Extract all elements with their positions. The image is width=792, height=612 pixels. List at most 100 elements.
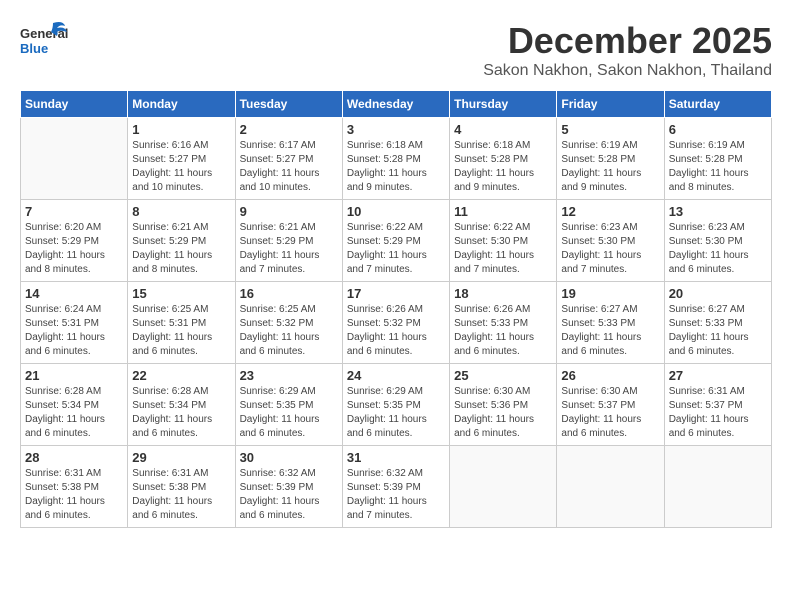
day-info: Sunrise: 6:23 AMSunset: 5:30 PMDaylight:… bbox=[669, 221, 767, 277]
calendar-cell: 8 Sunrise: 6:21 AMSunset: 5:29 PMDaylight… bbox=[128, 200, 235, 282]
day-info: Sunrise: 6:29 AMSunset: 5:35 PMDaylight:… bbox=[347, 385, 445, 441]
calendar-cell: 17 Sunrise: 6:26 AMSunset: 5:32 PMDayligh… bbox=[342, 282, 449, 364]
day-of-week-header: Monday bbox=[128, 91, 235, 118]
calendar-cell: 28Sunrise: 6:31 AMSunset: 5:38 PMDayligh… bbox=[21, 446, 128, 528]
day-number: 16 bbox=[240, 286, 338, 301]
day-number: 17 bbox=[347, 286, 445, 301]
day-info: Sunrise: 6:26 AMSunset: 5:33 PMDaylight:… bbox=[454, 303, 552, 359]
calendar-cell: 18 Sunrise: 6:26 AMSunset: 5:33 PMDayligh… bbox=[450, 282, 557, 364]
day-number: 7 bbox=[25, 204, 123, 219]
day-info: Sunrise: 6:22 AMSunset: 5:30 PMDaylight:… bbox=[454, 221, 552, 277]
calendar-cell: 26 Sunrise: 6:30 AMSunset: 5:37 PMDayligh… bbox=[557, 364, 664, 446]
calendar-cell: 20Sunrise: 6:27 AMSunset: 5:33 PMDayligh… bbox=[664, 282, 771, 364]
day-number: 20 bbox=[669, 286, 767, 301]
day-number: 4 bbox=[454, 122, 552, 137]
day-info: Sunrise: 6:32 AMSunset: 5:39 PMDaylight:… bbox=[240, 467, 338, 523]
day-number: 30 bbox=[240, 450, 338, 465]
day-of-week-header: Saturday bbox=[664, 91, 771, 118]
day-info: Sunrise: 6:23 AMSunset: 5:30 PMDaylight:… bbox=[561, 221, 659, 277]
day-number: 21 bbox=[25, 368, 123, 383]
day-number: 18 bbox=[454, 286, 552, 301]
day-number: 11 bbox=[454, 204, 552, 219]
title-block: December 2025 Sakon Nakhon, Sakon Nakhon… bbox=[483, 20, 772, 80]
day-number: 1 bbox=[132, 122, 230, 137]
day-number: 3 bbox=[347, 122, 445, 137]
calendar-header-row: SundayMondayTuesdayWednesdayThursdayFrid… bbox=[21, 91, 772, 118]
day-of-week-header: Thursday bbox=[450, 91, 557, 118]
page-header: General Blue December 2025 Sakon Nakhon,… bbox=[20, 20, 772, 80]
day-info: Sunrise: 6:30 AMSunset: 5:36 PMDaylight:… bbox=[454, 385, 552, 441]
day-info: Sunrise: 6:32 AMSunset: 5:39 PMDaylight:… bbox=[347, 467, 445, 523]
day-number: 10 bbox=[347, 204, 445, 219]
calendar-cell: 31 Sunrise: 6:32 AMSunset: 5:39 PMDayligh… bbox=[342, 446, 449, 528]
calendar-cell bbox=[664, 446, 771, 528]
calendar-cell bbox=[450, 446, 557, 528]
calendar-cell: 16 Sunrise: 6:25 AMSunset: 5:32 PMDayligh… bbox=[235, 282, 342, 364]
calendar-cell: 2 Sunrise: 6:17 AMSunset: 5:27 PMDaylight… bbox=[235, 118, 342, 200]
calendar-cell: 7 Sunrise: 6:20 AMSunset: 5:29 PMDaylight… bbox=[21, 200, 128, 282]
day-info: Sunrise: 6:31 AMSunset: 5:37 PMDaylight:… bbox=[669, 385, 767, 441]
calendar-week-row: 28Sunrise: 6:31 AMSunset: 5:38 PMDayligh… bbox=[21, 446, 772, 528]
day-info: Sunrise: 6:22 AMSunset: 5:29 PMDaylight:… bbox=[347, 221, 445, 277]
day-info: Sunrise: 6:27 AMSunset: 5:33 PMDaylight:… bbox=[561, 303, 659, 359]
day-info: Sunrise: 6:25 AMSunset: 5:32 PMDaylight:… bbox=[240, 303, 338, 359]
day-number: 9 bbox=[240, 204, 338, 219]
day-info: Sunrise: 6:31 AMSunset: 5:38 PMDaylight:… bbox=[132, 467, 230, 523]
day-info: Sunrise: 6:24 AMSunset: 5:31 PMDaylight:… bbox=[25, 303, 123, 359]
day-number: 23 bbox=[240, 368, 338, 383]
day-number: 26 bbox=[561, 368, 659, 383]
calendar-cell: 27 Sunrise: 6:31 AMSunset: 5:37 PMDayligh… bbox=[664, 364, 771, 446]
day-number: 22 bbox=[132, 368, 230, 383]
calendar-cell: 22 Sunrise: 6:28 AMSunset: 5:34 PMDayligh… bbox=[128, 364, 235, 446]
calendar-cell: 30 Sunrise: 6:32 AMSunset: 5:39 PMDayligh… bbox=[235, 446, 342, 528]
day-of-week-header: Friday bbox=[557, 91, 664, 118]
logo-icon: General Blue bbox=[20, 20, 70, 60]
day-info: Sunrise: 6:20 AMSunset: 5:29 PMDaylight:… bbox=[25, 221, 123, 277]
calendar-cell: 14 Sunrise: 6:24 AMSunset: 5:31 PMDayligh… bbox=[21, 282, 128, 364]
calendar-cell: 24Sunrise: 6:29 AMSunset: 5:35 PMDayligh… bbox=[342, 364, 449, 446]
calendar-cell: 1 Sunrise: 6:16 AMSunset: 5:27 PMDaylight… bbox=[128, 118, 235, 200]
day-info: Sunrise: 6:29 AMSunset: 5:35 PMDaylight:… bbox=[240, 385, 338, 441]
calendar-cell: 25 Sunrise: 6:30 AMSunset: 5:36 PMDayligh… bbox=[450, 364, 557, 446]
day-number: 19 bbox=[561, 286, 659, 301]
day-of-week-header: Wednesday bbox=[342, 91, 449, 118]
day-info: Sunrise: 6:18 AMSunset: 5:28 PMDaylight:… bbox=[347, 139, 445, 195]
calendar-week-row: 7 Sunrise: 6:20 AMSunset: 5:29 PMDaylight… bbox=[21, 200, 772, 282]
day-number: 25 bbox=[454, 368, 552, 383]
calendar-week-row: 14 Sunrise: 6:24 AMSunset: 5:31 PMDayligh… bbox=[21, 282, 772, 364]
day-info: Sunrise: 6:28 AMSunset: 5:34 PMDaylight:… bbox=[132, 385, 230, 441]
svg-text:Blue: Blue bbox=[20, 41, 48, 56]
day-info: Sunrise: 6:26 AMSunset: 5:32 PMDaylight:… bbox=[347, 303, 445, 359]
day-info: Sunrise: 6:30 AMSunset: 5:37 PMDaylight:… bbox=[561, 385, 659, 441]
day-info: Sunrise: 6:16 AMSunset: 5:27 PMDaylight:… bbox=[132, 139, 230, 195]
day-info: Sunrise: 6:17 AMSunset: 5:27 PMDaylight:… bbox=[240, 139, 338, 195]
month-title: December 2025 bbox=[483, 20, 772, 62]
day-info: Sunrise: 6:28 AMSunset: 5:34 PMDaylight:… bbox=[25, 385, 123, 441]
calendar-cell: 29Sunrise: 6:31 AMSunset: 5:38 PMDayligh… bbox=[128, 446, 235, 528]
calendar-cell: 12 Sunrise: 6:23 AMSunset: 5:30 PMDayligh… bbox=[557, 200, 664, 282]
calendar-week-row: 1 Sunrise: 6:16 AMSunset: 5:27 PMDaylight… bbox=[21, 118, 772, 200]
calendar-cell: 21 Sunrise: 6:28 AMSunset: 5:34 PMDayligh… bbox=[21, 364, 128, 446]
calendar-cell: 3 Sunrise: 6:18 AMSunset: 5:28 PMDaylight… bbox=[342, 118, 449, 200]
day-info: Sunrise: 6:21 AMSunset: 5:29 PMDaylight:… bbox=[132, 221, 230, 277]
day-number: 2 bbox=[240, 122, 338, 137]
calendar-table: SundayMondayTuesdayWednesdayThursdayFrid… bbox=[20, 90, 772, 528]
day-number: 12 bbox=[561, 204, 659, 219]
calendar-cell: 6 Sunrise: 6:19 AMSunset: 5:28 PMDaylight… bbox=[664, 118, 771, 200]
calendar-cell: 23 Sunrise: 6:29 AMSunset: 5:35 PMDayligh… bbox=[235, 364, 342, 446]
day-number: 27 bbox=[669, 368, 767, 383]
calendar-cell: 4Sunrise: 6:18 AMSunset: 5:28 PMDaylight… bbox=[450, 118, 557, 200]
day-info: Sunrise: 6:19 AMSunset: 5:28 PMDaylight:… bbox=[669, 139, 767, 195]
day-number: 8 bbox=[132, 204, 230, 219]
day-number: 6 bbox=[669, 122, 767, 137]
location-title: Sakon Nakhon, Sakon Nakhon, Thailand bbox=[483, 62, 772, 80]
day-number: 14 bbox=[25, 286, 123, 301]
day-info: Sunrise: 6:31 AMSunset: 5:38 PMDaylight:… bbox=[25, 467, 123, 523]
calendar-cell: 13 Sunrise: 6:23 AMSunset: 5:30 PMDayligh… bbox=[664, 200, 771, 282]
day-info: Sunrise: 6:21 AMSunset: 5:29 PMDaylight:… bbox=[240, 221, 338, 277]
day-number: 13 bbox=[669, 204, 767, 219]
day-info: Sunrise: 6:25 AMSunset: 5:31 PMDaylight:… bbox=[132, 303, 230, 359]
calendar-week-row: 21 Sunrise: 6:28 AMSunset: 5:34 PMDayligh… bbox=[21, 364, 772, 446]
day-number: 31 bbox=[347, 450, 445, 465]
calendar-cell bbox=[557, 446, 664, 528]
